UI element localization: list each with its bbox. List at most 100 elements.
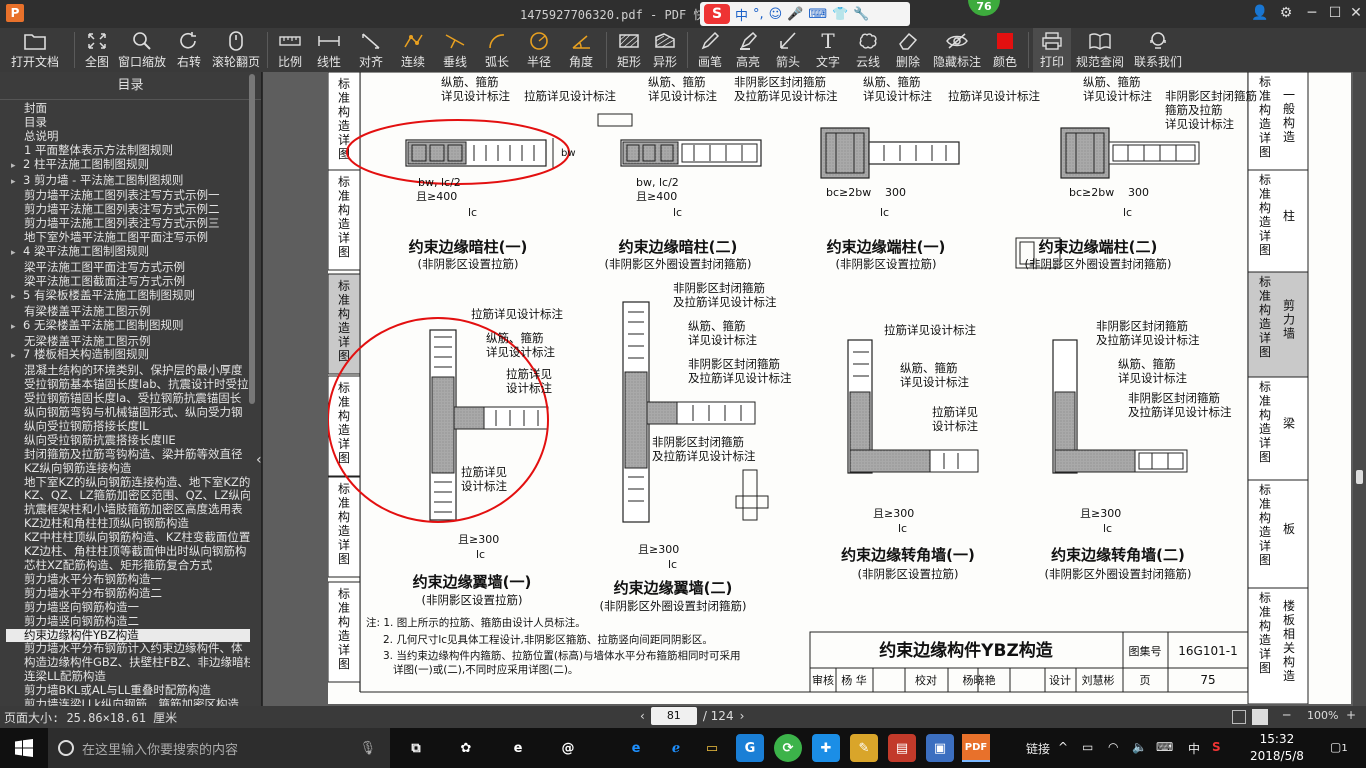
right-tab[interactable]: 标准构造详图 — [1259, 275, 1271, 359]
ime-tools-icon[interactable]: 🔧 — [853, 7, 869, 22]
highlight-button[interactable]: 高亮 — [728, 28, 768, 72]
app-logo-icon[interactable]: P — [6, 4, 24, 22]
right-tab-sub[interactable]: 梁 — [1283, 416, 1295, 431]
ie-blue-icon[interactable]: ℯ — [662, 734, 690, 762]
toc-item[interactable]: 剪力墙平法施工图列表注写方式示例二 — [6, 203, 250, 217]
toc-item[interactable]: 抗震框架柱和小墙肢箍筋加密区高度选用表 — [6, 503, 250, 517]
system-clock[interactable]: 15:32 2018/5/8 — [1250, 731, 1304, 765]
toc-item[interactable]: KZ边柱和角柱柱顶纵向钢筋构造 — [6, 517, 250, 531]
toc-item[interactable]: 纵向受拉钢筋抗震搭接长度llE — [6, 434, 250, 448]
start-button[interactable] — [0, 728, 48, 768]
toc-item[interactable]: 剪力墙竖向钢筋构造一 — [6, 601, 250, 615]
toc-item[interactable]: 受拉钢筋锚固长度la、受拉钢筋抗震锚固长 — [6, 392, 250, 406]
toc-item[interactable]: 地下室外墙平法施工图平面注写示例 — [6, 231, 250, 245]
toc-item[interactable]: KZ纵向钢筋连接构造 — [6, 462, 250, 476]
settings-icon[interactable]: ⚙ — [1276, 3, 1296, 23]
ime-keyboard-icon[interactable]: ⌨ — [808, 7, 827, 22]
expand-arrow-icon[interactable]: ▸ — [11, 247, 23, 261]
radius-button[interactable]: 半径 — [518, 28, 560, 72]
left-tab[interactable]: 标准构造详图 — [338, 381, 350, 465]
microphone-icon[interactable]: 🎙 — [359, 741, 376, 756]
left-tab[interactable]: 标准构造详图 — [338, 587, 350, 671]
expand-arrow-icon[interactable]: ▸ — [11, 176, 23, 190]
window-zoom-button[interactable]: 窗口缩放 — [115, 28, 169, 72]
contact-us-button[interactable]: 联系我们 — [1129, 28, 1187, 72]
toc-item[interactable]: ▸ 2 柱平法施工图制图规则 — [6, 158, 250, 174]
fit-page-button[interactable]: 全图 — [79, 28, 115, 72]
cloud-line-button[interactable]: 云线 — [848, 28, 888, 72]
toc-item[interactable]: 无梁楼盖平法施工图示例 — [6, 335, 250, 349]
user-icon[interactable]: 👤 — [1250, 3, 1270, 23]
ime-logo-icon[interactable]: S — [704, 4, 730, 24]
scrollbar-thumb[interactable] — [1356, 470, 1363, 484]
notes-app-icon[interactable]: ✎ — [850, 734, 878, 762]
pen-button[interactable]: 画笔 — [692, 28, 728, 72]
ime-voice-icon[interactable]: 🎤 — [787, 7, 803, 22]
rectangle-button[interactable]: 矩形 — [611, 28, 647, 72]
right-tab-sub[interactable]: 柱 — [1283, 208, 1295, 223]
document-scrollbar[interactable] — [1353, 72, 1366, 706]
print-button[interactable]: 打印 — [1033, 28, 1071, 72]
toc-item[interactable]: KZ中柱柱顶纵向钢筋构造、KZ柱变截面位置 — [6, 531, 250, 545]
browser-g-icon[interactable]: G — [736, 734, 764, 762]
task-view-icon[interactable]: ⧉ — [402, 734, 430, 762]
scale-button[interactable]: 比例 — [272, 28, 308, 72]
ime-emoji-icon[interactable]: ☺ — [769, 7, 783, 22]
toc-item[interactable]: 封面 — [6, 102, 250, 116]
toc-item[interactable]: KZ、QZ、LZ箍筋加密区范围、QZ、LZ纵向钢 — [6, 489, 250, 503]
close-button[interactable]: ✕ — [1346, 3, 1366, 23]
ie-icon[interactable]: e — [504, 734, 532, 762]
notification-icon[interactable]: ▢1 — [1330, 740, 1348, 754]
toc-item[interactable]: 受拉钢筋基本锚固长度lab、抗震设计时受拉 — [6, 378, 250, 392]
volume-icon[interactable]: 🔈 — [1132, 740, 1147, 754]
toc-item[interactable]: 构造边缘构件GBZ、扶壁柱FBZ、非边缘暗柱 — [6, 656, 250, 670]
sogou-tray-icon[interactable]: S — [1212, 740, 1221, 754]
toc-item[interactable]: ▸ 7 楼板相关构造制图规则 — [6, 348, 250, 364]
rotate-right-button[interactable]: 右转 — [169, 28, 209, 72]
ime-lang[interactable]: 中 — [735, 5, 748, 24]
spec-lookup-button[interactable]: 规范查阅 — [1071, 28, 1129, 72]
tray-ime[interactable]: 中 — [1188, 740, 1200, 757]
toc-item[interactable]: KZ边柱、角柱柱顶等截面伸出时纵向钢筋构 — [6, 545, 250, 559]
hide-annotations-button[interactable]: 隐藏标注 — [928, 28, 986, 72]
expand-arrow-icon[interactable]: ▸ — [11, 291, 23, 305]
expand-arrow-icon[interactable]: ▸ — [11, 160, 23, 174]
toc-item[interactable]: ▸ 3 剪力墙 - 平法施工图制图规则 — [6, 174, 250, 190]
score-badge[interactable]: 76 — [968, 0, 1000, 16]
ime-punct[interactable]: °, — [753, 7, 764, 22]
custom-shape-button[interactable]: 异形 — [647, 28, 683, 72]
toc-item[interactable]: 梁平法施工图截面注写方式示例 — [6, 275, 250, 289]
toc-item[interactable]: 剪力墙BKL或AL与LL重叠时配筋构造 — [6, 684, 250, 698]
zoom-in-button[interactable]: + — [1346, 708, 1356, 722]
right-tab[interactable]: 标准构造详图 — [1259, 591, 1271, 675]
right-tab-sub[interactable]: 楼板相关构造 — [1283, 598, 1295, 683]
left-tab[interactable]: 标准构造详图 — [338, 175, 350, 259]
toc-item[interactable]: 剪力墙平法施工图列表注写方式示例一 — [6, 189, 250, 203]
toc-item[interactable]: 1 平面整体表示方法制图规则 — [6, 144, 250, 158]
ime-toolbar[interactable]: S 中 °, ☺ 🎤 ⌨ 👕 🔧 — [700, 2, 910, 26]
taskbar-search[interactable]: 在这里输入你要搜索的内容 🎙 — [48, 728, 390, 768]
arrow-button[interactable]: 箭头 — [768, 28, 808, 72]
archive-app-icon[interactable]: ▤ — [888, 734, 916, 762]
expand-arrow-icon[interactable]: ▸ — [11, 350, 23, 364]
toc-item[interactable]: ▸ 6 无梁楼盖平法施工图制图规则 — [6, 319, 250, 335]
toc-item[interactable]: ▸ 5 有梁板楼盖平法施工图制图规则 — [6, 289, 250, 305]
ime-skin-icon[interactable]: 👕 — [832, 7, 848, 22]
right-tab-sub[interactable]: 板 — [1283, 522, 1295, 536]
toc-item[interactable]: 纵向钢筋弯钩与机械锚固形式、纵向受力钢 — [6, 406, 250, 420]
toc-item[interactable]: 有梁楼盖平法施工图示例 — [6, 305, 250, 319]
document-viewport[interactable]: 标准构造详图标准构造详图标准构造详图标准构造详图标准构造详图标准构造详图 标准构… — [263, 72, 1366, 706]
pdf-viewer-taskbar-icon[interactable]: PDF — [962, 734, 990, 762]
linear-button[interactable]: 线性 — [308, 28, 350, 72]
media-app-icon[interactable]: ▣ — [926, 734, 954, 762]
plus-app-icon[interactable]: ✚ — [812, 734, 840, 762]
toc-item[interactable]: 剪力墙竖向钢筋构造二 — [6, 615, 250, 629]
left-tab[interactable]: 标准构造详图 — [338, 279, 350, 363]
toc-item[interactable]: 约束边缘构件YBZ构造 — [6, 628, 250, 643]
toc-item[interactable]: 剪力墙水平分布钢筋计入约束边缘构件、体 — [6, 642, 250, 656]
toc-item[interactable]: 剪力墙连梁LLk纵向钢筋、箍筋加密区构造 — [6, 698, 250, 706]
left-tab[interactable]: 标准构造详图 — [338, 482, 350, 566]
right-tab[interactable]: 标准构造详图 — [1259, 380, 1271, 464]
right-tab[interactable]: 标准构造详图 — [1259, 483, 1271, 567]
toc-item[interactable]: 芯柱XZ配筋构造、矩形箍筋复合方式 — [6, 559, 250, 573]
